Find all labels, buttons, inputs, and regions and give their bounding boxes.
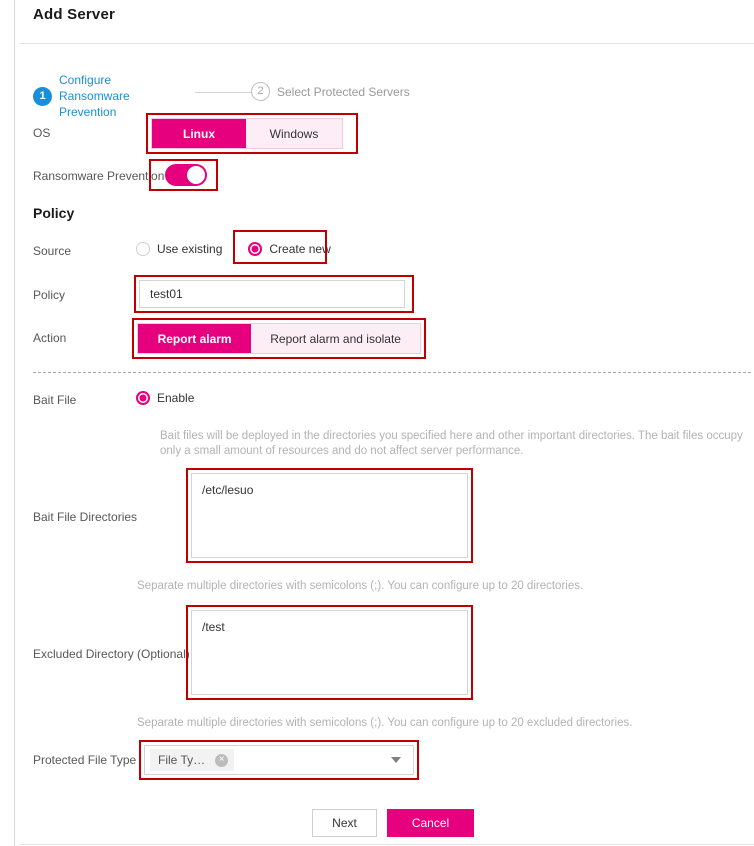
ransomware-prevention-label: Ransomware Prevention (33, 169, 165, 183)
step-1-number: 1 (33, 86, 52, 106)
section-divider-dashed (33, 372, 751, 373)
source-label: Source (33, 244, 72, 258)
source-option-use-existing[interactable]: Use existing (136, 242, 222, 256)
step-1-label: Configure Ransomware Prevention (59, 73, 130, 119)
source-option-use-existing-label: Use existing (157, 242, 223, 256)
os-segmented-control[interactable]: Linux Windows (151, 118, 343, 149)
source-option-create-new[interactable]: Create new (248, 242, 331, 256)
bait-file-directories-label: Bait File Directories (33, 510, 138, 524)
step-select-protected-servers[interactable]: 2 Select Protected Servers (251, 82, 410, 101)
ransomware-prevention-toggle[interactable] (165, 164, 207, 186)
os-label: OS (33, 126, 51, 140)
source-radio-group[interactable]: Use existing Create new (136, 242, 331, 256)
step-connector-line (195, 92, 255, 93)
protected-file-type-tag-label: File Ty… (158, 753, 206, 767)
excluded-directory-textarea[interactable] (191, 610, 468, 695)
bait-file-option-enable-label: Enable (157, 391, 195, 405)
bait-file-directories-hint: Separate multiple directories with semic… (137, 580, 584, 592)
cancel-button[interactable]: Cancel (387, 809, 474, 837)
protected-file-type-select[interactable]: File Ty… × (144, 745, 414, 775)
radio-icon-create-new[interactable] (248, 242, 263, 256)
toggle-knob (187, 166, 205, 184)
bait-file-label: Bait File (33, 393, 77, 407)
policy-name-input[interactable] (139, 280, 405, 308)
action-segmented-control[interactable]: Report alarm Report alarm and isolate (137, 323, 421, 354)
bait-file-directories-textarea[interactable] (191, 473, 468, 558)
excluded-directory-label: Excluded Directory (Optional) (33, 647, 190, 661)
action-label: Action (33, 331, 67, 345)
tag-remove-icon[interactable]: × (215, 753, 229, 767)
protected-file-type-tag: File Ty… × (150, 749, 235, 771)
step-2-label: Select Protected Servers (277, 84, 410, 99)
protected-file-type-label: Protected File Type (33, 753, 137, 767)
bait-file-radio-group[interactable]: Enable (136, 391, 194, 405)
action-option-report-alarm-and-isolate[interactable]: Report alarm and isolate (251, 324, 420, 353)
page-title: Add Server (33, 6, 116, 23)
footer-divider (19, 844, 754, 845)
bait-file-description: Bait files will be deployed in the direc… (160, 430, 743, 457)
source-option-create-new-label: Create new (269, 242, 331, 256)
radio-icon-bait-file-enable[interactable] (136, 391, 150, 405)
radio-icon-use-existing[interactable] (136, 242, 150, 256)
policy-label: Policy (33, 288, 66, 302)
chevron-down-icon[interactable] (391, 757, 401, 763)
policy-section-title: Policy (33, 205, 75, 221)
header-divider (19, 43, 754, 44)
os-option-linux[interactable]: Linux (152, 119, 246, 148)
add-server-panel: Add Server 1 Configure Ransomware Preven… (14, 0, 754, 846)
action-option-report-alarm[interactable]: Report alarm (138, 324, 252, 353)
bait-file-option-enable[interactable]: Enable (136, 391, 194, 405)
os-option-windows[interactable]: Windows (246, 119, 342, 148)
excluded-directory-hint: Separate multiple directories with semic… (137, 717, 633, 729)
next-button[interactable]: Next (312, 809, 377, 837)
step-2-number: 2 (251, 82, 270, 101)
step-configure-ransomware-prevention[interactable]: 1 Configure Ransomware Prevention (33, 72, 184, 120)
step-indicator: 1 Configure Ransomware Prevention 2 Sele… (19, 72, 754, 119)
